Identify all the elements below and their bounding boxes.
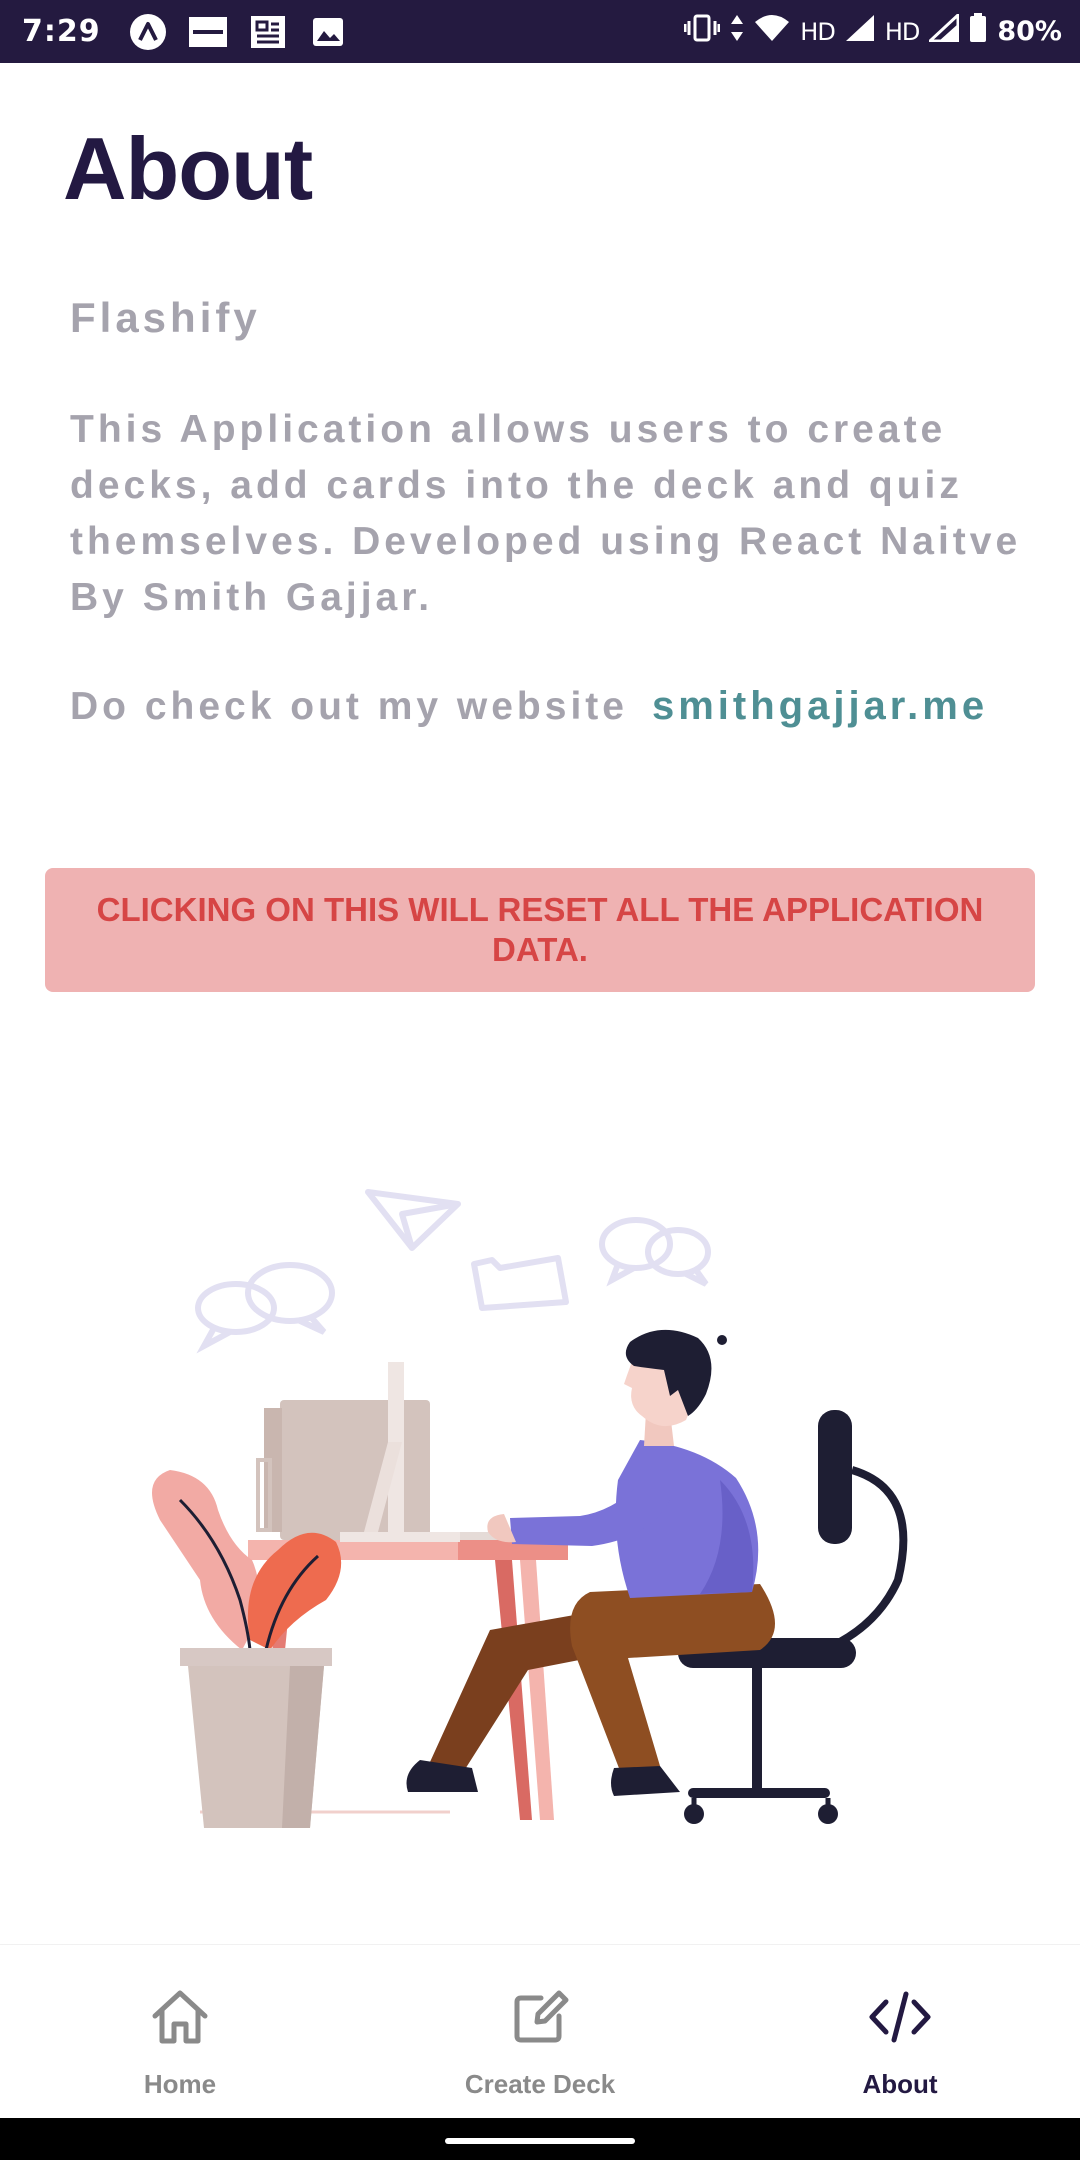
nav-about[interactable]: About [720,1945,1080,2118]
website-link[interactable]: smithgajjar.me [652,684,988,728]
news-icon [249,15,287,48]
website-line: Do check out my website smithgajjar.me [70,684,988,729]
app-name: Flashify [70,294,261,341]
chat-bubbles-right-icon [599,1217,711,1287]
vibrate-icon [683,14,721,49]
hd-label-2: HD [884,17,921,46]
data-arrows-icon [730,14,744,49]
reset-data-button[interactable]: CLICKING ON THIS WILL RESET ALL THE APPL… [45,868,1035,992]
expo-icon [129,13,167,50]
developer-illustration [152,1189,908,1828]
nav-home[interactable]: Home [0,1945,360,2118]
app-description: This Application allows users to create … [70,408,1022,619]
folder-icon [471,1255,569,1311]
system-status: HD HD 80% [683,11,1062,50]
bottom-navigation: Home Create Deck About [0,1944,1080,2118]
wifi-icon [754,14,790,49]
gallery-icon [309,17,347,47]
zomato-icon [188,16,227,47]
website-prompt: Do check out my website [70,685,628,728]
person-at-desk [406,1329,775,1796]
nav-create-deck[interactable]: Create Deck [360,1945,720,2118]
battery-icon [969,13,987,50]
page-title: About [63,119,313,218]
reset-button-label: CLICKING ON THIS WILL RESET ALL THE APPL… [96,891,984,968]
paper-plane-icon [365,1189,461,1251]
nav-about-label: About [862,2069,938,2099]
chat-bubbles-left-icon [195,1262,335,1354]
signal-icon-1 [845,14,875,49]
nav-home-label: Home [143,2069,217,2099]
status-time: 7:29 [22,14,101,49]
battery-percent: 80% [997,16,1062,47]
home-icon [148,1985,212,2049]
hd-label-1: HD [800,17,836,46]
edit-icon [508,1985,572,2049]
computer [256,1362,550,1542]
notification-icons [129,13,347,50]
code-icon [868,1985,932,2049]
signal-icon-2 [926,11,960,49]
nav-create-deck-label: Create Deck [464,2069,616,2099]
home-gesture-handle[interactable] [445,2138,635,2144]
status-bar: 7:29 HD HD 80% [0,0,1080,63]
